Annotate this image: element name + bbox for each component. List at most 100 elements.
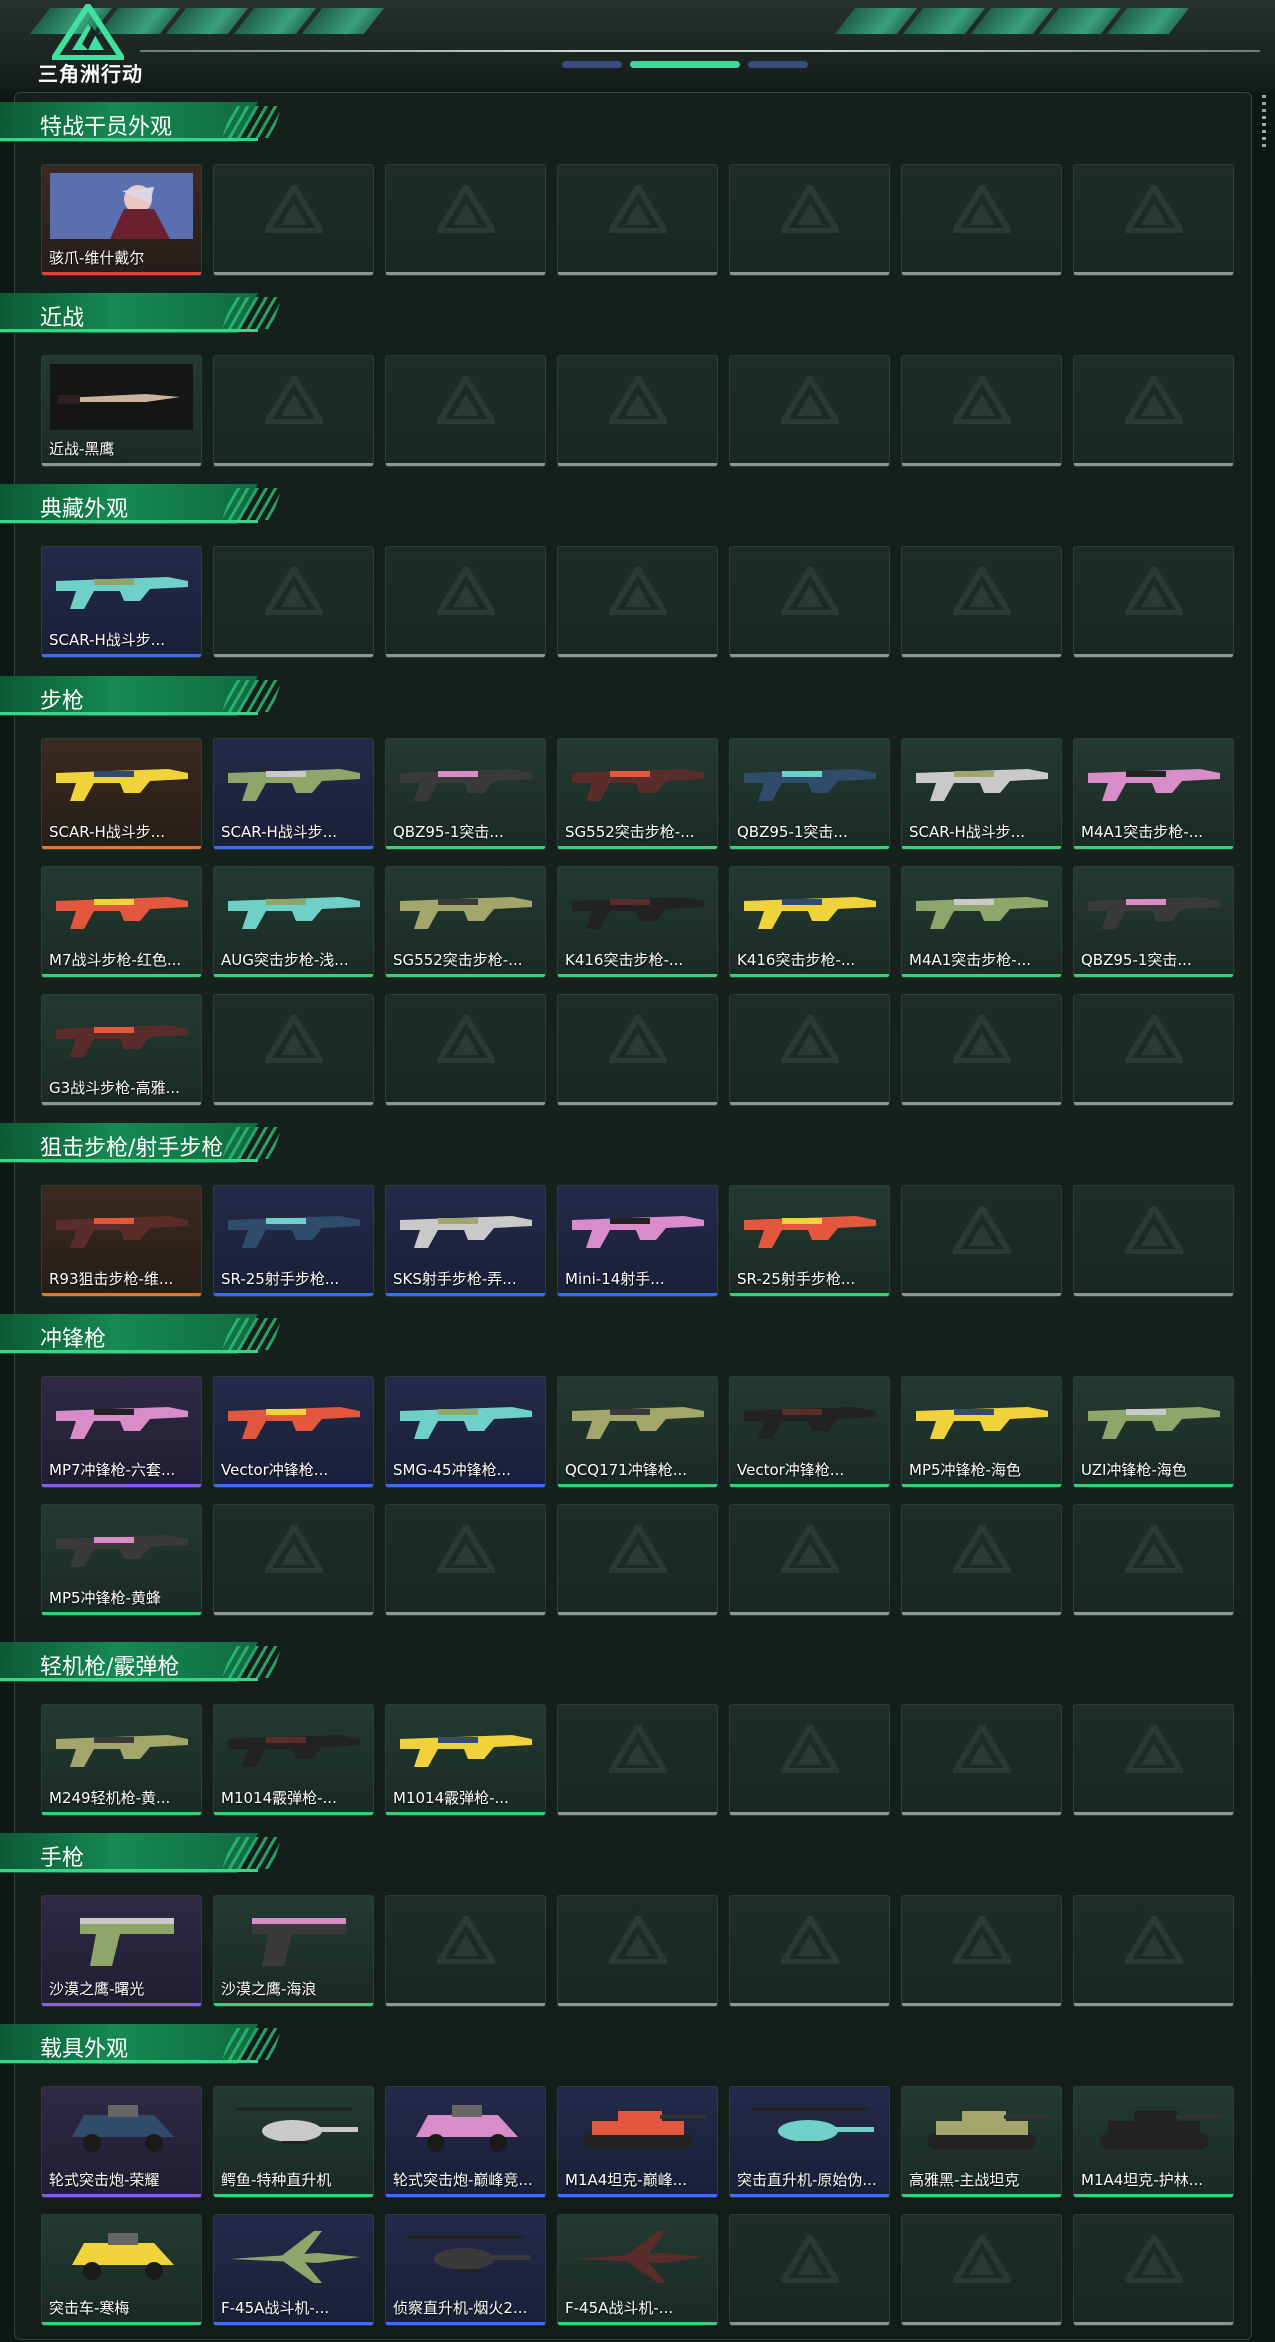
rarity-bar: [902, 463, 1061, 466]
item-card[interactable]: SR-25射手步枪...: [213, 1185, 374, 1297]
placeholder-logo-icon: [780, 1916, 839, 1964]
item-card[interactable]: M4A1突击步枪-...: [1073, 738, 1234, 850]
item-card[interactable]: G3战斗步枪-高雅...: [41, 994, 202, 1106]
rarity-bar: [1074, 846, 1233, 849]
placeholder-logo-icon: [952, 1015, 1011, 1063]
item-card[interactable]: Vector冲锋枪...: [213, 1376, 374, 1488]
empty-slot: [213, 994, 374, 1106]
item-label: 突击车-寒梅: [49, 2299, 130, 2317]
item-card[interactable]: R93狙击步枪-维...: [41, 1185, 202, 1297]
rarity-bar: [214, 272, 373, 275]
empty-slot: [901, 1895, 1062, 2007]
item-card[interactable]: 骇爪-维什戴尔: [41, 164, 202, 276]
item-card[interactable]: Mini-14射手...: [557, 1185, 718, 1297]
item-card[interactable]: 高雅黑-主战坦克: [901, 2086, 1062, 2198]
empty-slot: [729, 1504, 890, 1616]
rarity-bar: [902, 846, 1061, 849]
item-card[interactable]: F-45A战斗机-...: [557, 2214, 718, 2326]
item-card[interactable]: SCAR-H战斗步...: [41, 546, 202, 658]
rarity-bar: [558, 974, 717, 977]
scrollbar-handle[interactable]: [1262, 95, 1266, 151]
rarity-bar: [558, 1484, 717, 1487]
item-card[interactable]: 轮式突击炮-荣耀: [41, 2086, 202, 2198]
rarity-bar: [730, 1612, 889, 1615]
item-card[interactable]: SCAR-H战斗步...: [901, 738, 1062, 850]
item-label: QBZ95-1突击...: [737, 823, 848, 841]
item-card[interactable]: 鳄鱼-特种直升机: [213, 2086, 374, 2198]
operator-portrait-icon: [50, 173, 193, 239]
rarity-bar: [730, 1812, 889, 1815]
rarity-bar: [1074, 2322, 1233, 2325]
item-label: MP7冲锋枪-六套...: [49, 1461, 176, 1479]
item-card[interactable]: M1A4坦克-护林...: [1073, 2086, 1234, 2198]
item-card[interactable]: QCQ171冲锋枪...: [557, 1376, 718, 1488]
section-header: 近战: [0, 293, 282, 333]
rarity-bar: [386, 1102, 545, 1105]
item-card[interactable]: SG552突击步枪-...: [557, 738, 718, 850]
item-card[interactable]: 沙漠之鹰-海浪: [213, 1895, 374, 2007]
item-card[interactable]: QBZ95-1突击...: [729, 738, 890, 850]
item-card[interactable]: K416突击步枪-...: [729, 866, 890, 978]
item-card[interactable]: K416突击步枪-...: [557, 866, 718, 978]
rarity-bar: [730, 846, 889, 849]
item-card[interactable]: 突击车-寒梅: [41, 2214, 202, 2326]
item-card[interactable]: M1014霰弹枪-...: [213, 1704, 374, 1816]
item-card[interactable]: 近战-黑鹰: [41, 355, 202, 467]
empty-slot: [557, 355, 718, 467]
rarity-bar: [730, 2194, 889, 2197]
item-card[interactable]: M4A1突击步枪-...: [901, 866, 1062, 978]
item-card[interactable]: MP5冲锋枪-海色: [901, 1376, 1062, 1488]
item-label: 骇爪-维什戴尔: [49, 249, 145, 267]
placeholder-logo-icon: [1124, 1015, 1183, 1063]
empty-slot: [1073, 994, 1234, 1106]
sniper-rifle-icon: [744, 1216, 876, 1248]
item-card[interactable]: M1A4坦克-巅峰...: [557, 2086, 718, 2198]
empty-slot: [901, 1704, 1062, 1816]
item-label: R93狙击步枪-维...: [49, 1270, 174, 1288]
helicopter-icon: [236, 2107, 358, 2144]
rarity-bar: [902, 654, 1061, 657]
rarity-bar: [558, 654, 717, 657]
placeholder-logo-icon: [436, 376, 495, 424]
placeholder-logo-icon: [264, 185, 323, 233]
item-card[interactable]: SMG-45冲锋枪...: [385, 1376, 546, 1488]
item-card[interactable]: 沙漠之鹰-曙光: [41, 1895, 202, 2007]
smg-icon: [228, 1407, 360, 1439]
rarity-bar: [558, 1102, 717, 1105]
item-card[interactable]: M1014霰弹枪-...: [385, 1704, 546, 1816]
item-card[interactable]: 突击直升机-原始伪...: [729, 2086, 890, 2198]
section-title: 步枪: [40, 689, 85, 714]
rarity-bar: [42, 846, 201, 849]
item-card[interactable]: SR-25射手步枪...: [729, 1185, 890, 1297]
item-label: QBZ95-1突击...: [393, 823, 504, 841]
item-card[interactable]: 轮式突击炮-巅峰竞...: [385, 2086, 546, 2198]
item-card[interactable]: SCAR-H战斗步...: [213, 738, 374, 850]
rarity-bar: [558, 272, 717, 275]
rifle-icon: [400, 897, 532, 929]
item-card[interactable]: SCAR-H战斗步...: [41, 738, 202, 850]
item-card[interactable]: MP7冲锋枪-六套...: [41, 1376, 202, 1488]
pistol-icon: [252, 1918, 346, 1966]
header-stripes-right: [834, 8, 1190, 34]
item-card[interactable]: QBZ95-1突击...: [1073, 866, 1234, 978]
item-card[interactable]: AUG突击步枪-浅...: [213, 866, 374, 978]
item-label: SKS射手步枪-弄...: [393, 1270, 517, 1288]
rarity-bar: [730, 2003, 889, 2006]
item-card[interactable]: MP5冲锋枪-黄蜂: [41, 1504, 202, 1616]
rarity-bar: [558, 2194, 717, 2197]
item-card[interactable]: M7战斗步枪-红色...: [41, 866, 202, 978]
item-card[interactable]: 侦察直升机-烟火2...: [385, 2214, 546, 2326]
item-label: F-45A战斗机-...: [221, 2299, 330, 2317]
item-card[interactable]: M249轻机枪-黄...: [41, 1704, 202, 1816]
item-card[interactable]: UZI冲锋枪-海色: [1073, 1376, 1234, 1488]
item-card[interactable]: Vector冲锋枪...: [729, 1376, 890, 1488]
item-card[interactable]: SKS射手步枪-弄...: [385, 1185, 546, 1297]
item-card[interactable]: QBZ95-1突击...: [385, 738, 546, 850]
empty-slot: [729, 994, 890, 1106]
shotgun-icon: [400, 1735, 532, 1767]
rarity-bar: [558, 1612, 717, 1615]
item-card[interactable]: SG552突击步枪-...: [385, 866, 546, 978]
rarity-bar: [730, 1484, 889, 1487]
item-card[interactable]: F-45A战斗机-...: [213, 2214, 374, 2326]
armored-vehicle-icon: [72, 2105, 174, 2152]
